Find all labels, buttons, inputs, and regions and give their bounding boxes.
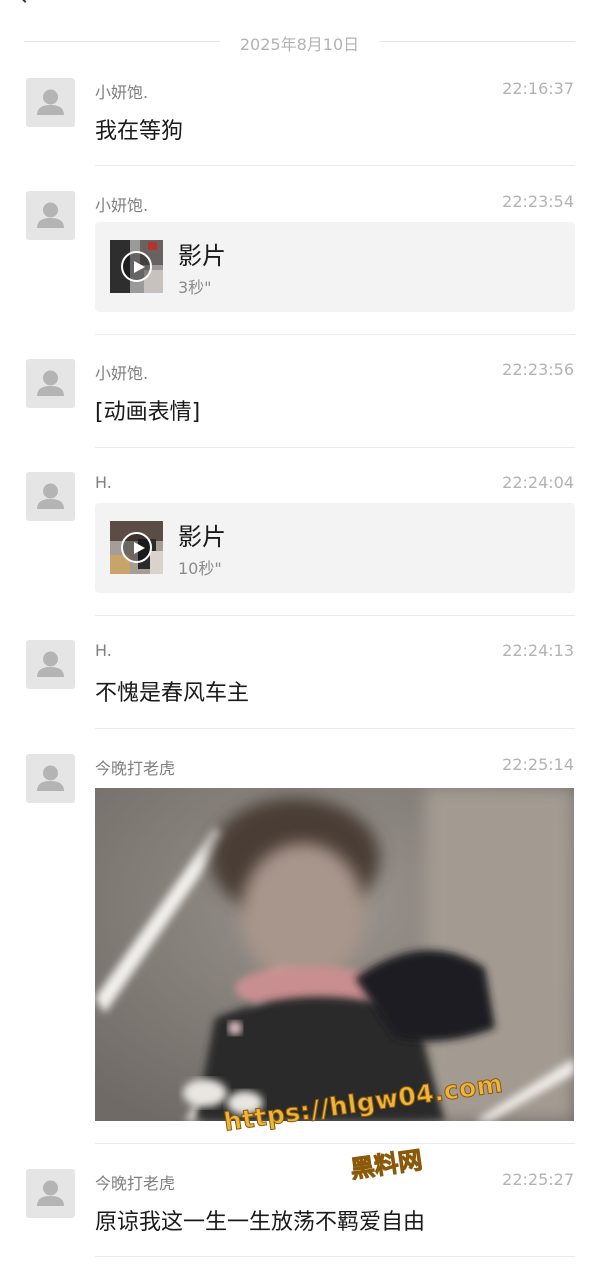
sender-name: 小妍饱. xyxy=(95,364,149,383)
message-time: 22:16:37 xyxy=(502,79,574,98)
message-divider xyxy=(95,334,575,335)
play-icon[interactable] xyxy=(121,251,152,282)
date-label: 2025年8月10日 xyxy=(239,35,360,54)
default-avatar-icon[interactable] xyxy=(26,754,75,803)
message-time: 22:24:13 xyxy=(502,641,574,660)
video-thumbnail[interactable] xyxy=(110,521,163,574)
sender-name: 今晚打老虎 xyxy=(95,1174,176,1193)
message-text[interactable]: [动画表情] xyxy=(95,394,200,426)
video-duration: 3秒" xyxy=(178,278,212,297)
message-divider xyxy=(95,165,575,166)
message-time: 22:25:27 xyxy=(502,1170,574,1189)
divider-right xyxy=(379,41,575,42)
sender-name: 小妍饱. xyxy=(95,83,149,102)
message-time: 22:24:04 xyxy=(502,473,574,492)
message-divider xyxy=(95,1143,575,1144)
sender-name: H. xyxy=(95,641,112,660)
message-divider xyxy=(95,728,575,729)
sender-name: 今晚打老虎 xyxy=(95,759,176,778)
date-separator: 2025年8月10日 xyxy=(24,30,575,54)
message-text[interactable]: 我在等狗 xyxy=(95,113,183,145)
play-icon[interactable] xyxy=(121,532,152,563)
default-avatar-icon[interactable] xyxy=(26,472,75,521)
message-text[interactable]: 原谅我这一生一生放荡不羁爱自由 xyxy=(95,1204,425,1236)
sender-name: H. xyxy=(95,473,112,492)
default-avatar-icon[interactable] xyxy=(26,359,75,408)
video-thumbnail[interactable] xyxy=(110,240,163,293)
message-divider xyxy=(95,1256,575,1257)
message-time: 22:23:56 xyxy=(502,360,574,379)
default-avatar-icon[interactable] xyxy=(26,191,75,240)
message-divider xyxy=(95,447,575,448)
message-divider xyxy=(95,615,575,616)
default-avatar-icon[interactable] xyxy=(26,78,75,127)
video-message-card[interactable]: 影片 3秒" xyxy=(95,222,575,312)
back-arrow-icon[interactable] xyxy=(15,0,35,3)
image-message[interactable] xyxy=(95,788,574,1121)
message-time: 22:23:54 xyxy=(502,192,574,211)
video-duration: 10秒" xyxy=(178,559,222,578)
sender-name: 小妍饱. xyxy=(95,196,149,215)
message-text[interactable]: 不愧是春风车主 xyxy=(95,675,249,707)
watermark-name: 黑料网 xyxy=(348,1145,425,1184)
video-title: 影片 xyxy=(178,523,226,551)
message-time: 22:25:14 xyxy=(502,755,574,774)
default-avatar-icon[interactable] xyxy=(26,640,75,689)
video-title: 影片 xyxy=(178,242,226,270)
video-message-card[interactable]: 影片 10秒" xyxy=(95,503,575,593)
default-avatar-icon[interactable] xyxy=(26,1169,75,1218)
